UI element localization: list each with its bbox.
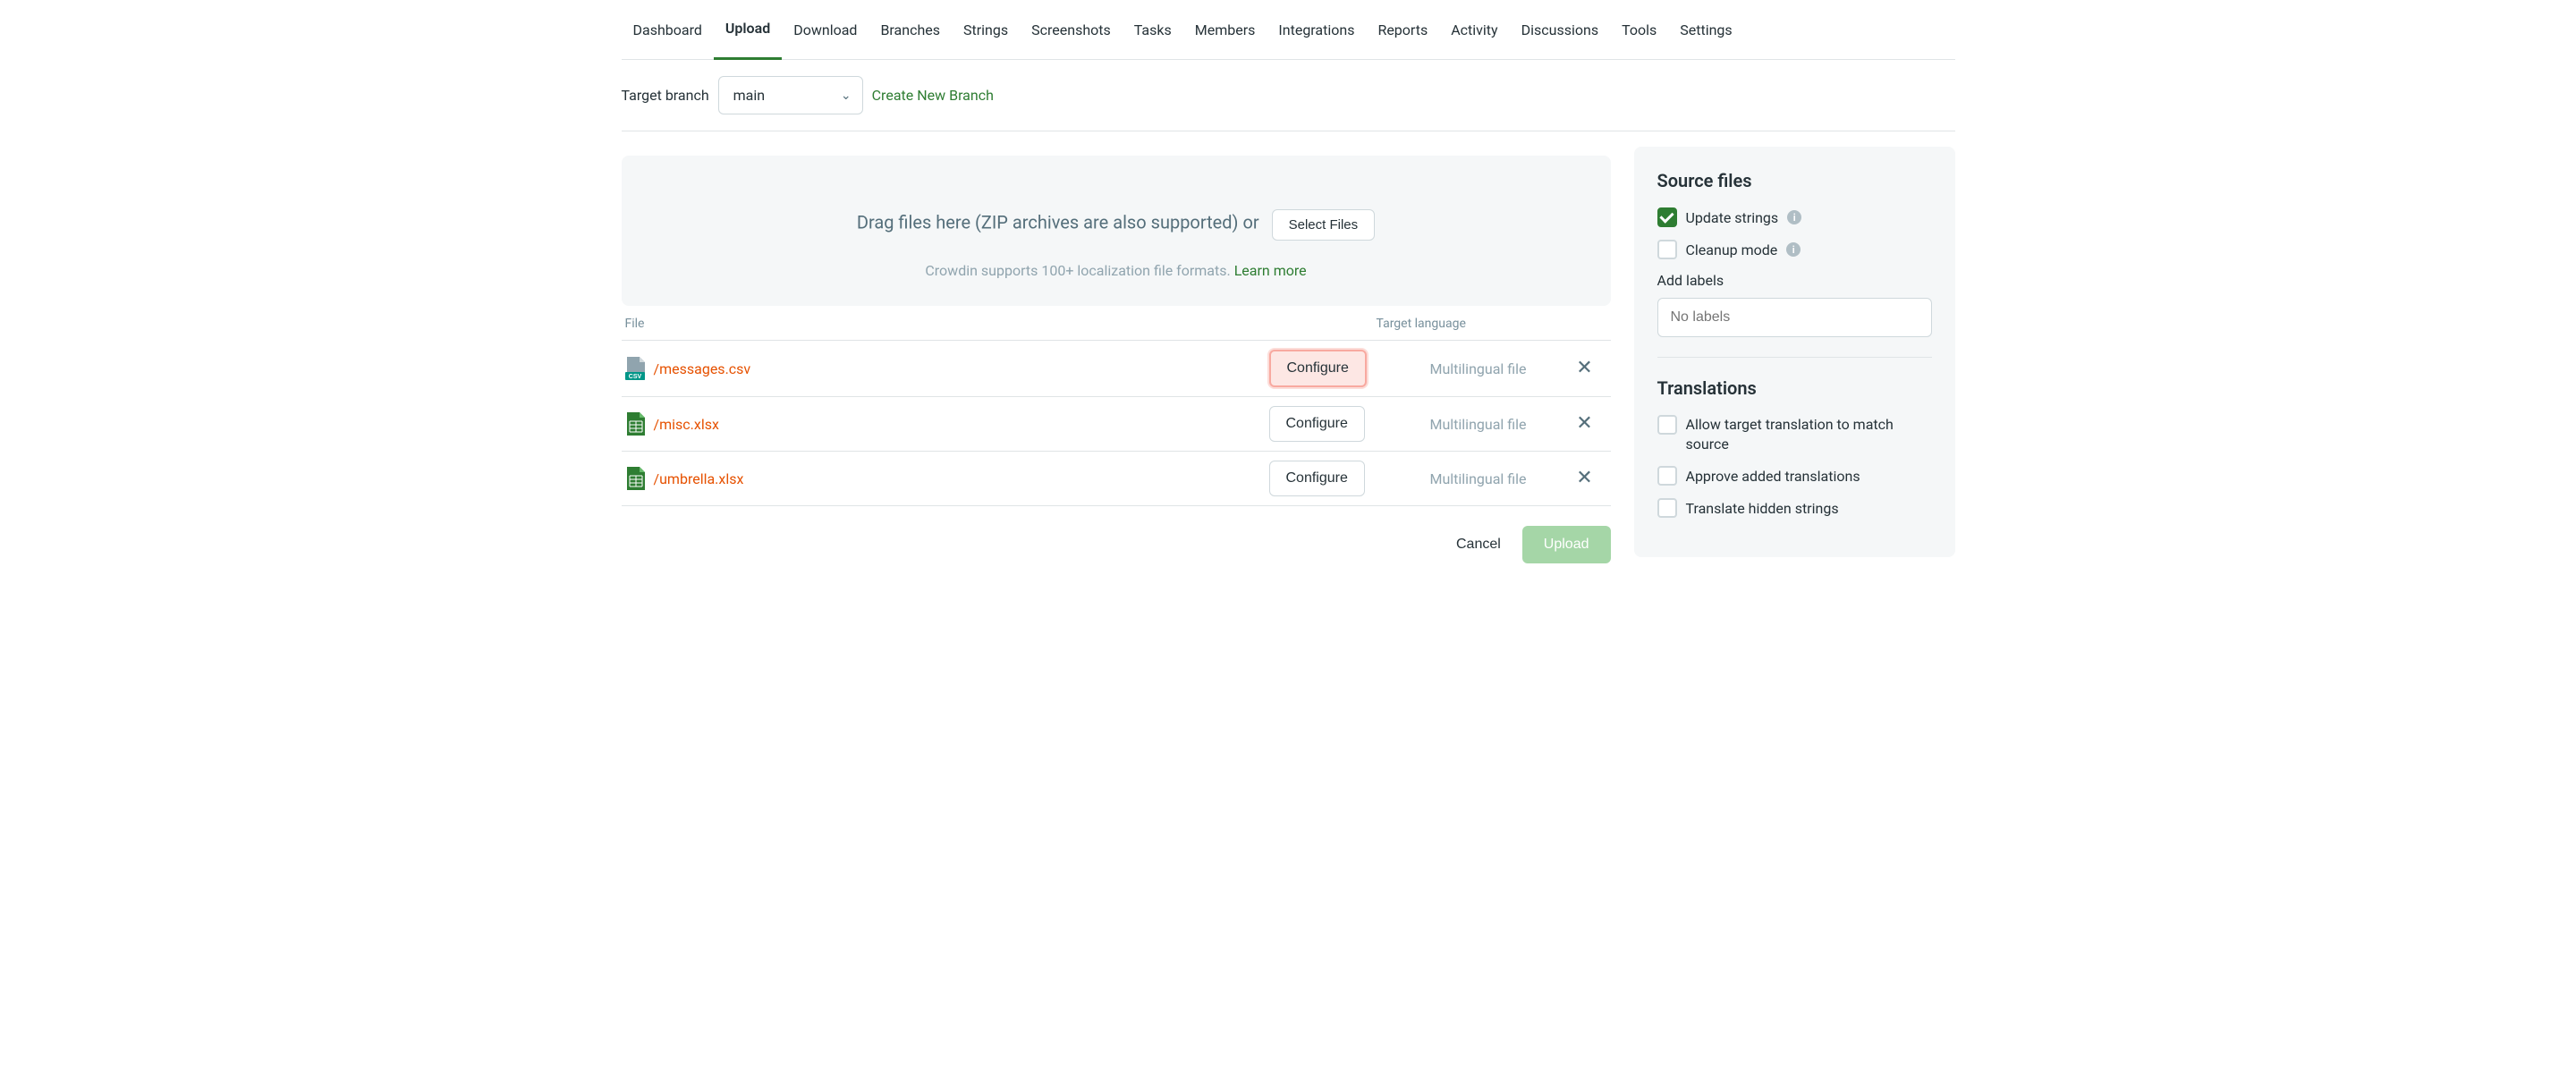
select-files-button[interactable]: Select Files (1272, 209, 1376, 241)
xlsx-file-icon (625, 467, 645, 490)
update-strings-label: Update strings (1686, 209, 1779, 226)
nav-item-integrations[interactable]: Integrations (1267, 0, 1366, 60)
table-row: CSV/messages.csvConfigureMultilingual fi… (622, 341, 1611, 397)
nav-item-download[interactable]: Download (782, 0, 869, 60)
nav-item-reports[interactable]: Reports (1366, 0, 1439, 60)
nav-item-upload[interactable]: Upload (714, 0, 782, 60)
nav-item-tools[interactable]: Tools (1610, 0, 1668, 60)
table-row: /umbrella.xlsx Configure Multilingual file… (622, 452, 1611, 506)
translate-hidden-row: Translate hidden strings (1657, 498, 1932, 518)
dropzone-text: Drag files here (ZIP archives are also s… (857, 212, 1259, 233)
translate-hidden-label: Translate hidden strings (1686, 500, 1839, 517)
cleanup-mode-row: Cleanup mode i (1657, 240, 1932, 259)
nav-item-activity[interactable]: Activity (1439, 0, 1509, 60)
header-target: Target language (1377, 317, 1563, 331)
sidebar: Source files Update strings i Cleanup mo… (1634, 147, 1955, 557)
labels-input[interactable] (1657, 298, 1932, 337)
learn-more-link[interactable]: Learn more (1234, 262, 1307, 279)
target-language: Multilingual file (1394, 470, 1563, 487)
divider (1657, 357, 1932, 358)
nav-item-tasks[interactable]: Tasks (1123, 0, 1183, 60)
file-cell: /umbrella.xlsx (625, 467, 1269, 490)
info-icon[interactable]: i (1786, 242, 1801, 257)
source-files-title: Source files (1657, 170, 1932, 191)
file-cell: /misc.xlsx (625, 412, 1269, 436)
nav-item-dashboard[interactable]: Dashboard (622, 0, 714, 60)
supports-text: Crowdin supports 100+ localization file … (640, 262, 1593, 279)
svg-text:CSV: CSV (628, 374, 641, 380)
update-strings-checkbox[interactable] (1657, 207, 1677, 227)
xlsx-file-icon (625, 412, 645, 436)
nav-item-screenshots[interactable]: Screenshots (1020, 0, 1123, 60)
target-language: Multilingual file (1394, 416, 1563, 433)
close-icon[interactable]: ✕ (1576, 359, 1592, 378)
footer-actions: Cancel Upload (622, 506, 1611, 583)
nav-item-strings[interactable]: Strings (952, 0, 1020, 60)
configure-button[interactable]: Configure (1269, 350, 1367, 387)
approve-added-label: Approve added translations (1686, 468, 1860, 485)
file-name[interactable]: /messages.csv (654, 360, 751, 377)
configure-button[interactable]: Configure (1269, 461, 1365, 496)
target-language: Multilingual file (1394, 360, 1563, 377)
upload-button[interactable]: Upload (1522, 526, 1611, 563)
files-table: File Target language CSV/messages.csvCon… (622, 306, 1611, 506)
approve-added-row: Approve added translations (1657, 466, 1932, 486)
allow-match-checkbox[interactable] (1657, 415, 1677, 435)
allow-match-label: Allow target translation to match source (1686, 415, 1932, 453)
chevron-down-icon: ⌄ (841, 89, 852, 103)
branch-selected-value: main (733, 87, 765, 104)
close-icon[interactable]: ✕ (1576, 414, 1592, 434)
update-strings-row: Update strings i (1657, 207, 1932, 227)
table-row: /misc.xlsx Configure Multilingual file ✕ (622, 397, 1611, 452)
cleanup-mode-label: Cleanup mode (1686, 241, 1778, 258)
create-branch-link[interactable]: Create New Branch (872, 87, 994, 104)
file-name[interactable]: /umbrella.xlsx (654, 470, 744, 487)
translations-title: Translations (1657, 377, 1932, 399)
add-labels-label: Add labels (1657, 272, 1932, 289)
approve-added-checkbox[interactable] (1657, 466, 1677, 486)
translate-hidden-checkbox[interactable] (1657, 498, 1677, 518)
cleanup-mode-checkbox[interactable] (1657, 240, 1677, 259)
csv-file-icon: CSV (625, 357, 645, 380)
branch-select[interactable]: main ⌄ (718, 76, 863, 114)
target-branch-label: Target branch (622, 87, 709, 104)
nav-item-discussions[interactable]: Discussions (1510, 0, 1610, 60)
file-cell: CSV/messages.csv (625, 357, 1269, 380)
nav-item-members[interactable]: Members (1183, 0, 1267, 60)
main-nav: DashboardUploadDownloadBranchesStringsSc… (622, 0, 1955, 60)
configure-button[interactable]: Configure (1269, 406, 1365, 442)
branch-row: Target branch main ⌄ Create New Branch (622, 60, 1955, 131)
allow-match-row: Allow target translation to match source (1657, 415, 1932, 453)
cancel-button[interactable]: Cancel (1456, 537, 1501, 553)
table-header: File Target language (622, 306, 1611, 341)
dropzone[interactable]: Drag files here (ZIP archives are also s… (622, 156, 1611, 306)
close-icon[interactable]: ✕ (1576, 469, 1592, 488)
info-icon[interactable]: i (1787, 210, 1801, 224)
file-name[interactable]: /misc.xlsx (654, 416, 719, 433)
nav-item-settings[interactable]: Settings (1668, 0, 1743, 60)
header-file: File (625, 317, 1377, 331)
nav-item-branches[interactable]: Branches (869, 0, 952, 60)
